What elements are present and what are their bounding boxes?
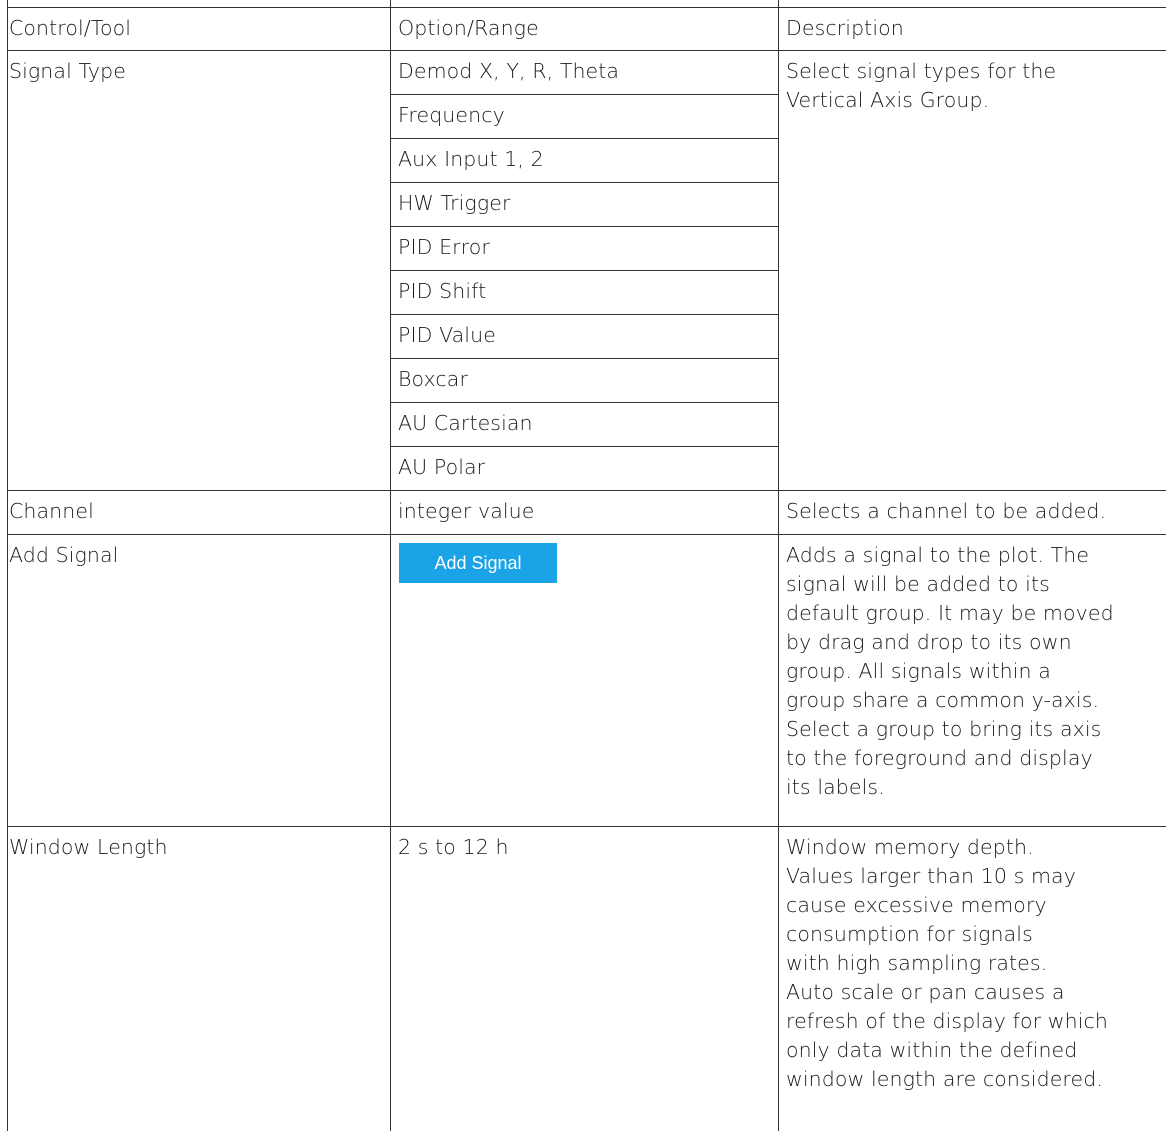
channel-option: integer value <box>398 499 535 523</box>
signal-type-label: Signal Type <box>9 59 126 83</box>
signal-type-option: Boxcar <box>398 367 468 391</box>
signal-type-option: PID Error <box>398 235 490 259</box>
window-length-description-line: Values larger than 10 s may <box>786 864 1076 888</box>
table-border-left <box>7 0 8 1131</box>
window-length-description-line: consumption for signals <box>786 922 1033 946</box>
signal-type-option: PID Shift <box>398 279 487 303</box>
header-bottom-rule <box>7 50 1166 51</box>
signal-type-option: Frequency <box>398 103 505 127</box>
controls-table: Control/Tool Option/Range Description Si… <box>0 0 1166 1131</box>
signal-type-option: AU Cartesian <box>398 411 533 435</box>
channel-description: Selects a channel to be added. <box>786 499 1107 523</box>
window-length-option: 2 s to 12 h <box>398 835 509 859</box>
add-signal-button[interactable]: Add Signal <box>399 543 557 583</box>
header-description: Description <box>786 16 904 40</box>
column-divider-2 <box>778 0 779 1131</box>
window-length-description-line: window length are considered. <box>786 1067 1103 1091</box>
signal-type-description-line: Select signal types for the <box>786 59 1057 83</box>
header-option-range: Option/Range <box>398 16 539 40</box>
table-border-top <box>7 7 1166 8</box>
signal-type-option: HW Trigger <box>398 191 511 215</box>
add-signal-description-line: by drag and drop to its own <box>786 630 1072 654</box>
signal-type-option: Aux Input 1, 2 <box>398 147 544 171</box>
signal-type-option: Demod X, Y, R, Theta <box>398 59 620 83</box>
add-signal-description-line: group share a common y-axis. <box>786 688 1100 712</box>
option-separator <box>390 94 778 95</box>
add-signal-description-line: Adds a signal to the plot. The <box>786 543 1090 567</box>
column-divider-1 <box>390 0 391 1131</box>
window-length-description-line: only data within the defined <box>786 1038 1078 1062</box>
add-signal-label: Add Signal <box>9 543 119 567</box>
add-signal-description-line: default group. It may be moved <box>786 601 1114 625</box>
row-separator <box>7 826 1166 827</box>
add-signal-description-line: signal will be added to its <box>786 572 1050 596</box>
option-separator <box>390 226 778 227</box>
option-separator <box>390 314 778 315</box>
option-separator <box>390 138 778 139</box>
option-separator <box>390 446 778 447</box>
channel-label: Channel <box>9 499 94 523</box>
window-length-description-line: refresh of the display for which <box>786 1009 1108 1033</box>
window-length-description-line: with high sampling rates. <box>786 951 1048 975</box>
signal-type-option: PID Value <box>398 323 496 347</box>
option-separator <box>390 402 778 403</box>
add-signal-description-line: group. All signals within a <box>786 659 1051 683</box>
signal-type-description-line: Vertical Axis Group. <box>786 88 990 112</box>
window-length-description-line: Auto scale or pan causes a <box>786 980 1065 1004</box>
option-separator <box>390 358 778 359</box>
option-separator <box>390 270 778 271</box>
signal-type-option: AU Polar <box>398 455 486 479</box>
header-control-tool: Control/Tool <box>9 16 132 40</box>
add-signal-description-line: to the foreground and display <box>786 746 1093 770</box>
option-separator <box>390 182 778 183</box>
row-separator <box>7 490 1166 491</box>
add-signal-description-line: its labels. <box>786 775 885 799</box>
window-length-description-line: cause excessive memory <box>786 893 1047 917</box>
window-length-label: Window Length <box>9 835 168 859</box>
add-signal-description-line: Select a group to bring its axis <box>786 717 1102 741</box>
row-separator <box>7 534 1166 535</box>
window-length-description-line: Window memory depth. <box>786 835 1034 859</box>
